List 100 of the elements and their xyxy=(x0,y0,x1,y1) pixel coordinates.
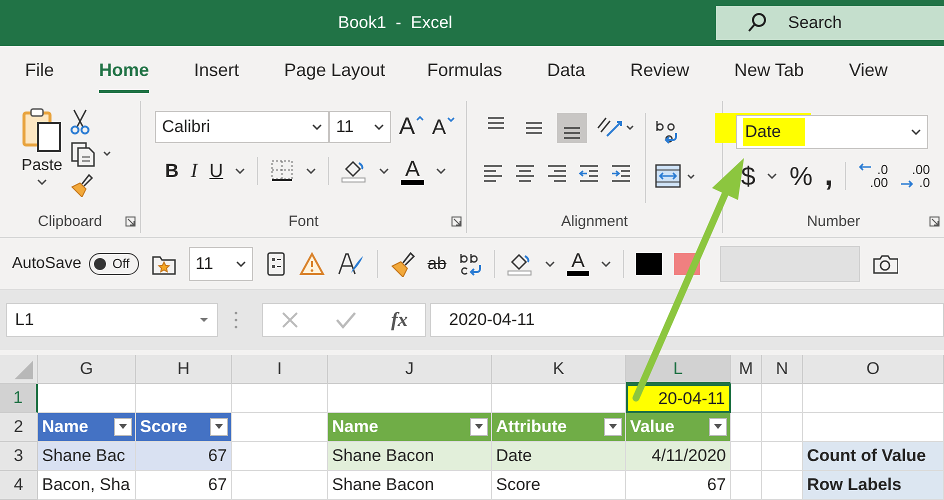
filter-button[interactable] xyxy=(604,418,622,436)
underline-button[interactable]: U xyxy=(209,162,224,180)
table-cell: Name xyxy=(38,413,136,442)
color-swatch[interactable] xyxy=(636,252,662,274)
caret-icon[interactable] xyxy=(436,168,446,174)
filter-button[interactable] xyxy=(470,418,488,436)
chevron-icon xyxy=(416,115,424,121)
caret-icon xyxy=(608,424,618,430)
number-format-field[interactable]: Date xyxy=(736,115,928,149)
clipboard-icon xyxy=(20,107,64,153)
ribbon-tab[interactable]: Data xyxy=(547,48,586,93)
decimal-button[interactable]: .00 .0 xyxy=(900,159,930,193)
ribbon-tab[interactable]: Review xyxy=(630,48,690,93)
filter-button[interactable] xyxy=(114,418,132,436)
shrink-font-button[interactable]: A xyxy=(432,116,456,138)
caret-icon xyxy=(713,424,723,430)
format-painter-icon[interactable] xyxy=(390,250,416,276)
caret-icon[interactable] xyxy=(379,168,390,174)
fill-color-icon[interactable] xyxy=(507,252,534,276)
font-color-button[interactable]: A xyxy=(401,158,424,184)
column-header[interactable]: G xyxy=(38,355,136,384)
horizontal-align-icon[interactable] xyxy=(609,163,633,185)
caret-icon xyxy=(474,424,484,430)
bold-button[interactable]: B xyxy=(165,162,179,180)
font-color-button[interactable]: A xyxy=(567,251,589,276)
borders-icon[interactable] xyxy=(270,159,294,183)
column-header[interactable]: K xyxy=(492,355,626,384)
caret-icon xyxy=(199,317,209,323)
ribbon-tab[interactable]: View xyxy=(848,48,888,93)
paste-button[interactable]: Paste xyxy=(20,105,64,205)
style-brush-icon[interactable] xyxy=(336,250,364,276)
row-header[interactable]: 2 xyxy=(0,413,38,442)
name-box[interactable]: L1 xyxy=(6,303,218,337)
dialog-launcher-icon[interactable] xyxy=(929,216,940,227)
strikethrough-button[interactable]: ab xyxy=(428,254,446,274)
comma-style-button[interactable]: , xyxy=(824,161,833,191)
column-header[interactable]: I xyxy=(232,355,328,384)
format-painter-icon[interactable] xyxy=(70,173,94,197)
table-cell: Shane Bac xyxy=(38,442,136,471)
caret-icon[interactable] xyxy=(306,168,316,174)
table-cell: Score xyxy=(136,413,232,442)
filter-button[interactable] xyxy=(210,418,228,436)
group-label: Clipboard xyxy=(38,212,102,230)
align-icon xyxy=(487,117,505,129)
search-field[interactable]: Search xyxy=(716,6,944,40)
horizontal-align-icon[interactable] xyxy=(577,163,601,185)
dialog-launcher-icon[interactable] xyxy=(451,216,462,227)
grip-icon xyxy=(234,310,238,330)
column-header[interactable]: L xyxy=(626,355,731,384)
column-header[interactable]: H xyxy=(136,355,232,384)
filter-button[interactable] xyxy=(709,418,727,436)
grow-font-button[interactable]: A xyxy=(399,115,424,139)
caret-icon[interactable] xyxy=(545,260,556,266)
font-name-field[interactable]: Calibri xyxy=(155,111,329,143)
font-size-field[interactable]: 11 xyxy=(188,246,252,280)
table-cell: Value xyxy=(626,413,731,442)
caret-icon[interactable] xyxy=(767,173,778,179)
formula-field[interactable]: 2020-04-11 xyxy=(430,303,944,337)
insert-function-button[interactable]: fx xyxy=(391,308,408,332)
ribbon-tab[interactable]: Formulas xyxy=(427,48,502,93)
table-cell: Shane Bacon xyxy=(328,471,492,500)
font-size-field[interactable]: 11 xyxy=(329,111,391,143)
horizontal-align-icon[interactable] xyxy=(545,163,569,185)
ribbon-tab[interactable]: Page Layout xyxy=(284,48,386,93)
arrow-icon xyxy=(858,162,872,172)
caret-icon xyxy=(374,124,384,130)
vertical-align-button[interactable] xyxy=(557,113,587,143)
scissors-icon[interactable] xyxy=(70,109,90,135)
fill-color-icon[interactable] xyxy=(341,159,368,183)
ribbon-tab[interactable]: New Tab xyxy=(734,48,804,93)
table-cell: 4/11/2020 xyxy=(626,442,731,471)
column-header[interactable]: N xyxy=(762,355,803,384)
ribbon-tab[interactable]: Home xyxy=(99,48,150,93)
column-header[interactable]: O xyxy=(803,355,944,384)
caret-icon xyxy=(236,260,246,266)
table-cell xyxy=(731,384,762,413)
row-header[interactable]: 1 xyxy=(0,384,38,413)
row-header[interactable]: 3 xyxy=(0,442,38,471)
warning-icon[interactable] xyxy=(298,252,324,276)
italic-button[interactable]: I xyxy=(190,161,198,181)
window-title: Book1 - Excel xyxy=(338,13,452,33)
ribbon-tab[interactable]: File xyxy=(25,48,54,93)
percent-button[interactable]: % xyxy=(789,163,813,189)
row-header[interactable]: 4 xyxy=(0,471,38,500)
arrow-icon xyxy=(900,179,914,189)
decimal-button[interactable]: .0 .00 xyxy=(858,159,888,193)
ribbon-tab[interactable]: Insert xyxy=(194,48,240,93)
chevron-icon xyxy=(447,116,456,122)
form-icon[interactable] xyxy=(264,250,286,276)
horizontal-align-icon[interactable] xyxy=(513,163,537,185)
table-cell: Row Labels xyxy=(803,471,944,500)
table-cell: Attribute xyxy=(492,413,626,442)
column-header[interactable]: M xyxy=(731,355,762,384)
autosave-toggle[interactable]: Off xyxy=(89,252,138,274)
caret-icon[interactable] xyxy=(600,260,611,266)
caret-icon[interactable] xyxy=(235,168,246,174)
column-header[interactable]: J xyxy=(328,355,492,384)
currency-button[interactable]: $ xyxy=(741,163,756,189)
horizontal-align-icon[interactable] xyxy=(481,163,505,185)
dialog-launcher-icon[interactable] xyxy=(125,216,136,227)
